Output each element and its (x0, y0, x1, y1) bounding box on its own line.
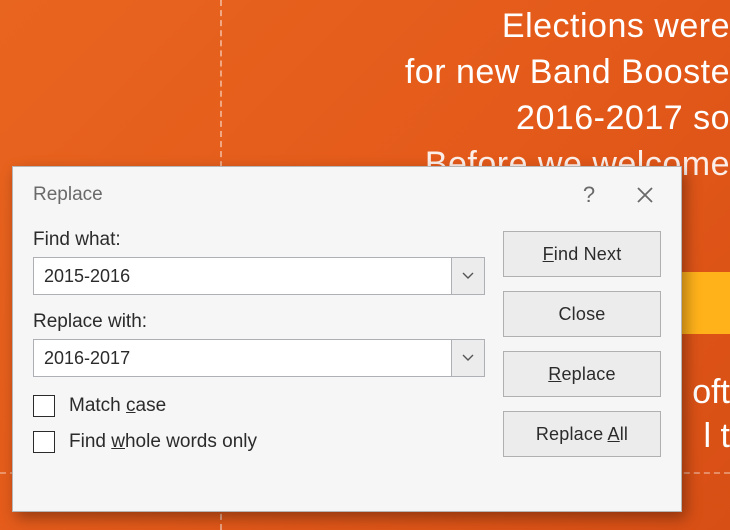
dialog-title: Replace (33, 184, 561, 206)
button-column: Find Next Close Replace Replace All (503, 229, 661, 457)
close-dialog-button[interactable]: Close (503, 291, 661, 337)
left-column: Find what: Replace with: (33, 229, 485, 453)
dialog-titlebar: Replace ? (13, 167, 681, 223)
slide-body-text: Elections were for new Band Booste 2016-… (405, 0, 730, 188)
replace-dialog: Replace ? Find what: Replace with: (12, 166, 682, 512)
whole-words-checkbox[interactable]: Find whole words only (33, 431, 485, 453)
replace-with-combo (33, 339, 485, 377)
find-what-combo (33, 257, 485, 295)
replace-button[interactable]: Replace (503, 351, 661, 397)
slide-text-line: for new Band Booste (405, 50, 730, 96)
chevron-down-icon (462, 272, 474, 280)
match-case-checkbox[interactable]: Match case (33, 395, 485, 417)
slide-canvas: Elections were for new Band Booste 2016-… (0, 0, 730, 530)
find-what-label: Find what: (33, 229, 485, 251)
replace-with-dropdown[interactable] (451, 339, 485, 377)
checkbox-group: Match case Find whole words only (33, 395, 485, 453)
replace-all-button[interactable]: Replace All (503, 411, 661, 457)
close-icon (636, 186, 654, 204)
dialog-content: Find what: Replace with: (13, 223, 681, 467)
find-next-button[interactable]: Find Next (503, 231, 661, 277)
find-what-input[interactable] (33, 257, 451, 295)
slide-text-line: Elections were (405, 4, 730, 50)
whole-words-label: Find whole words only (69, 431, 257, 453)
slide-text-fragment: oft l t (692, 370, 730, 458)
find-what-dropdown[interactable] (451, 257, 485, 295)
match-case-label: Match case (69, 395, 166, 417)
replace-with-label: Replace with: (33, 311, 485, 333)
checkbox-box-icon (33, 395, 55, 417)
chevron-down-icon (462, 354, 474, 362)
close-button[interactable] (617, 173, 673, 217)
slide-text-line: 2016-2017 so (405, 96, 730, 142)
help-button[interactable]: ? (561, 173, 617, 217)
replace-with-input[interactable] (33, 339, 451, 377)
checkbox-box-icon (33, 431, 55, 453)
